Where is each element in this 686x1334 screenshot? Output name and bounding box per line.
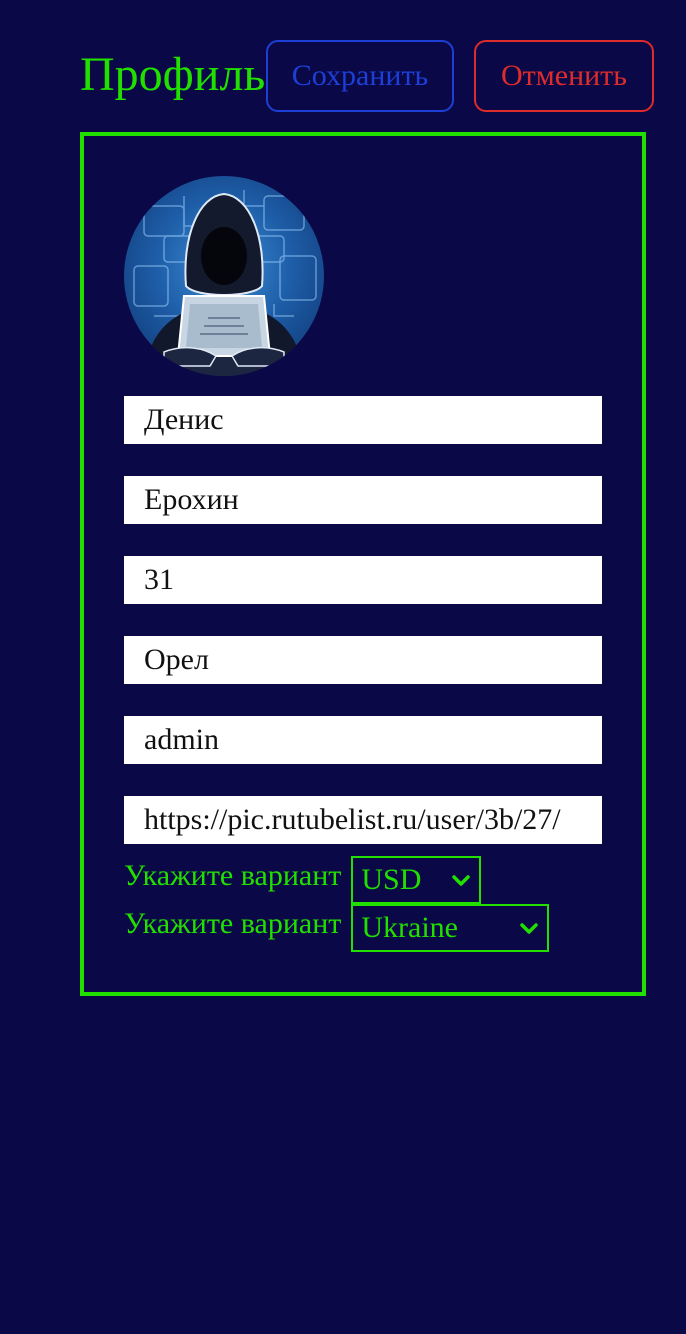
last-name-input[interactable]	[124, 476, 602, 524]
role-input[interactable]	[124, 716, 602, 764]
page-title: Профиль	[80, 48, 266, 101]
currency-select-value: USD	[361, 863, 422, 896]
hooded-hacker-avatar-icon	[133, 190, 317, 376]
city-input[interactable]	[124, 636, 602, 684]
country-select-value: Ukraine	[361, 911, 458, 944]
avatar-url-input[interactable]	[124, 796, 602, 844]
avatar[interactable]	[124, 176, 324, 376]
country-row: Укажите вариант Ukraine	[124, 904, 550, 952]
chevron-down-icon	[452, 875, 471, 886]
chevron-down-icon	[520, 923, 539, 934]
age-input[interactable]	[124, 556, 602, 604]
currency-row: Укажите вариант USD	[124, 856, 482, 904]
cancel-button[interactable]: Отменить	[474, 40, 654, 112]
currency-label: Укажите вариант	[124, 859, 342, 892]
country-select[interactable]: Ukraine	[351, 904, 550, 952]
currency-select[interactable]: USD	[351, 856, 482, 904]
save-button[interactable]: Сохранить	[266, 40, 454, 112]
profile-card: Укажите вариант USD Укажите вариант Ukra…	[80, 132, 646, 996]
first-name-input[interactable]	[124, 396, 602, 444]
country-label: Укажите вариант	[124, 907, 342, 940]
